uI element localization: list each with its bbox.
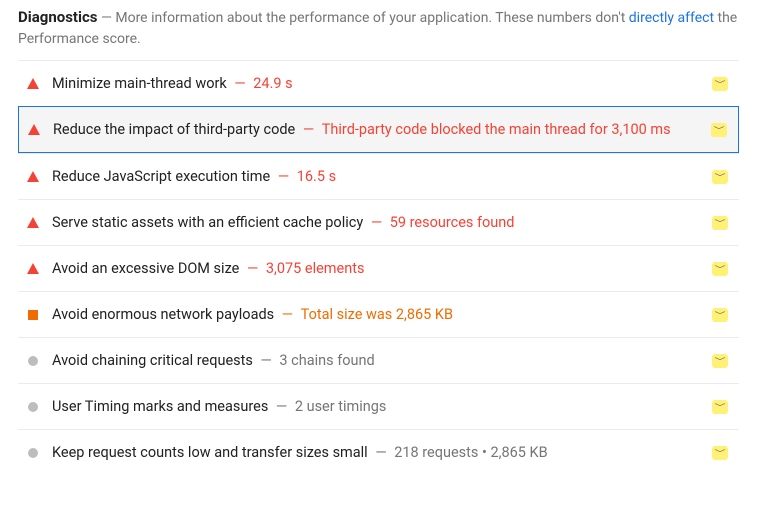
chevron-down-icon: ﹀	[714, 124, 725, 135]
chevron-down-icon: ﹀	[715, 217, 726, 228]
diagnostic-row[interactable]: Reduce the impact of third-party code — …	[18, 106, 739, 153]
separator: —	[239, 260, 266, 277]
expand-toggle[interactable]: ﹀	[709, 215, 731, 231]
diagnostic-text: User Timing marks and measures — 2 user …	[44, 396, 709, 417]
warning-triangle-icon	[27, 78, 39, 89]
separator: —	[274, 306, 301, 323]
diagnostic-row[interactable]: Keep request counts low and transfer siz…	[18, 429, 739, 475]
warning-triangle-icon	[28, 124, 40, 135]
severity-icon-cell	[22, 263, 44, 274]
diagnostic-label: Serve static assets with an efficient ca…	[52, 214, 363, 231]
severity-icon-cell	[22, 78, 44, 89]
expand-toggle[interactable]: ﹀	[709, 169, 731, 185]
diagnostic-value: 2 user timings	[295, 398, 387, 415]
warning-square-icon	[28, 310, 38, 320]
severity-icon-cell	[22, 171, 44, 182]
separator: —	[363, 214, 390, 231]
diagnostic-label: Minimize main-thread work	[52, 75, 227, 92]
diagnostic-text: Reduce the impact of third-party code — …	[45, 119, 708, 140]
diagnostics-list: Minimize main-thread work — 24.9 s ﹀ Reduc…	[18, 60, 739, 475]
diagnostic-row[interactable]: Minimize main-thread work — 24.9 s ﹀	[18, 60, 739, 106]
diagnostic-value: 3,075 elements	[266, 260, 365, 277]
diagnostic-value: 3 chains found	[279, 352, 374, 369]
diagnostic-text: Serve static assets with an efficient ca…	[44, 212, 709, 233]
chevron-down-icon: ﹀	[715, 309, 726, 320]
expand-toggle[interactable]: ﹀	[708, 122, 730, 138]
diagnostic-row[interactable]: Avoid enormous network payloads — Total …	[18, 291, 739, 337]
expand-toggle[interactable]: ﹀	[709, 399, 731, 415]
expand-toggle[interactable]: ﹀	[709, 307, 731, 323]
info-dot-icon	[28, 356, 38, 366]
diagnostics-title: Diagnostics	[18, 8, 97, 26]
header-desc-prefix: — More information about the performance…	[101, 10, 629, 26]
warning-triangle-icon	[27, 217, 39, 228]
severity-icon-cell	[22, 217, 44, 228]
diagnostic-text: Minimize main-thread work — 24.9 s	[44, 73, 709, 94]
expand-toggle[interactable]: ﹀	[709, 353, 731, 369]
diagnostic-row[interactable]: Avoid an excessive DOM size — 3,075 elem…	[18, 245, 739, 291]
expand-toggle[interactable]: ﹀	[709, 76, 731, 92]
diagnostic-value: 218 requests • 2,865 KB	[394, 444, 547, 461]
expand-toggle[interactable]: ﹀	[709, 261, 731, 277]
separator: —	[295, 121, 322, 138]
diagnostic-label: Reduce JavaScript execution time	[52, 168, 270, 185]
chevron-down-icon: ﹀	[715, 78, 726, 89]
diagnostic-row[interactable]: Serve static assets with an efficient ca…	[18, 199, 739, 245]
separator: —	[253, 352, 280, 369]
directly-affect-link[interactable]: directly affect	[629, 10, 714, 26]
diagnostic-label: Avoid an excessive DOM size	[52, 260, 239, 277]
severity-icon-cell	[22, 356, 44, 366]
info-dot-icon	[28, 448, 38, 458]
chevron-down-icon: ﹀	[715, 447, 726, 458]
warning-triangle-icon	[27, 263, 39, 274]
diagnostic-label: User Timing marks and measures	[52, 398, 268, 415]
diagnostic-value: Total size was 2,865 KB	[301, 306, 453, 323]
separator: —	[227, 75, 254, 92]
separator: —	[368, 444, 395, 461]
diagnostic-label: Avoid enormous network payloads	[52, 306, 274, 323]
diagnostic-value: 16.5 s	[297, 168, 336, 185]
diagnostic-text: Avoid chaining critical requests — 3 cha…	[44, 350, 709, 371]
severity-icon-cell	[23, 124, 45, 135]
chevron-down-icon: ﹀	[715, 171, 726, 182]
separator: —	[268, 398, 295, 415]
severity-icon-cell	[22, 402, 44, 412]
diagnostic-row[interactable]: Avoid chaining critical requests — 3 cha…	[18, 337, 739, 383]
chevron-down-icon: ﹀	[715, 355, 726, 366]
diagnostic-text: Avoid enormous network payloads — Total …	[44, 304, 709, 325]
severity-icon-cell	[22, 310, 44, 320]
chevron-down-icon: ﹀	[715, 263, 726, 274]
diagnostic-text: Keep request counts low and transfer siz…	[44, 442, 709, 463]
diagnostic-label: Avoid chaining critical requests	[52, 352, 253, 369]
diagnostic-row[interactable]: Reduce JavaScript execution time — 16.5 …	[18, 153, 739, 199]
expand-toggle[interactable]: ﹀	[709, 445, 731, 461]
diagnostic-label: Reduce the impact of third-party code	[53, 121, 295, 138]
diagnostic-label: Keep request counts low and transfer siz…	[52, 444, 368, 461]
diagnostic-value: 59 resources found	[390, 214, 515, 231]
diagnostic-value: Third-party code blocked the main thread…	[322, 121, 671, 138]
diagnostic-text: Reduce JavaScript execution time — 16.5 …	[44, 166, 709, 187]
info-dot-icon	[28, 402, 38, 412]
chevron-down-icon: ﹀	[715, 401, 726, 412]
diagnostics-description: — More information about the performance…	[18, 10, 737, 47]
diagnostic-text: Avoid an excessive DOM size — 3,075 elem…	[44, 258, 709, 279]
diagnostic-row[interactable]: User Timing marks and measures — 2 user …	[18, 383, 739, 429]
diagnostic-value: 24.9 s	[253, 75, 292, 92]
severity-icon-cell	[22, 448, 44, 458]
separator: —	[270, 168, 297, 185]
warning-triangle-icon	[27, 171, 39, 182]
diagnostics-header: Diagnostics — More information about the…	[18, 4, 739, 60]
